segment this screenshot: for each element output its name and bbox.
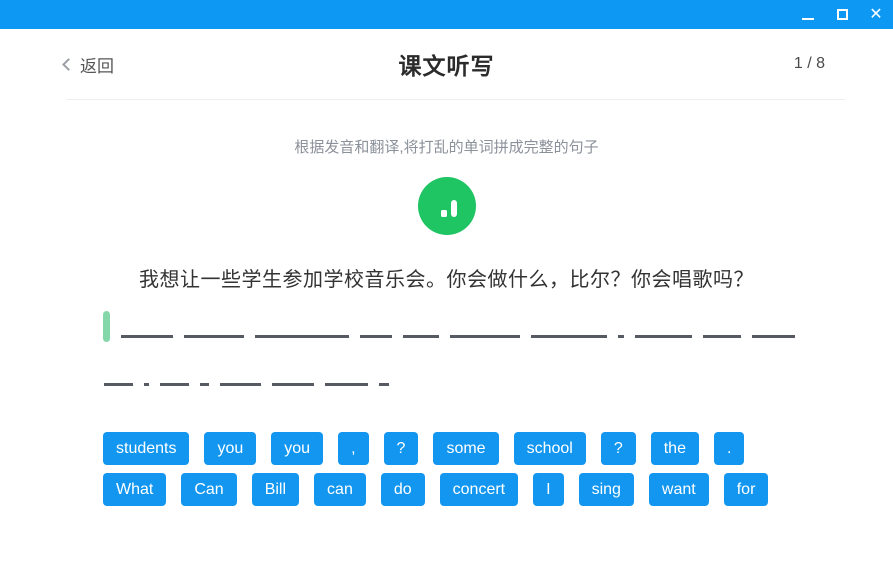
word-bank-row: What Can Billcando concert Ising wantfor	[103, 473, 813, 506]
word-button[interactable]: some	[433, 432, 498, 465]
answer-blank	[272, 359, 314, 386]
maximize-icon	[837, 9, 848, 20]
window-titlebar: ✕	[0, 0, 893, 29]
word-button[interactable]: you	[204, 432, 256, 465]
close-button[interactable]: ✕	[859, 0, 893, 29]
answer-blank	[403, 311, 439, 338]
answer-blank	[200, 359, 209, 386]
word-button[interactable]: I	[533, 473, 563, 506]
answer-blank	[325, 359, 368, 386]
answer-blanks-area	[104, 311, 803, 386]
word-button[interactable]: sing	[579, 473, 634, 506]
header: 返回 课文听写 1 / 8	[0, 29, 893, 99]
close-icon: ✕	[869, 7, 882, 23]
answer-blank	[121, 311, 173, 338]
answer-blank	[255, 311, 349, 338]
word-button[interactable]: .	[714, 432, 744, 465]
minimize-icon	[802, 18, 814, 20]
answer-blank-with-cursor	[104, 311, 110, 338]
word-button[interactable]: What	[103, 473, 166, 506]
answer-blank	[104, 359, 133, 386]
page-indicator: 1 / 8	[794, 55, 825, 73]
header-divider	[66, 99, 845, 100]
audio-button-wrap	[0, 177, 893, 235]
play-audio-button[interactable]	[418, 177, 476, 235]
answer-blank	[450, 311, 520, 338]
sound-wave-bars-icon	[418, 177, 476, 235]
answer-blank	[635, 311, 692, 338]
answer-blank	[360, 311, 392, 338]
answer-blank	[618, 311, 624, 338]
word-button[interactable]: can	[314, 473, 366, 506]
word-button[interactable]: you	[271, 432, 323, 465]
answer-blank	[752, 311, 795, 338]
answer-row	[104, 311, 803, 338]
answer-blank	[144, 359, 149, 386]
word-button[interactable]: ?	[601, 432, 636, 465]
word-button[interactable]: school	[514, 432, 586, 465]
word-button[interactable]: Bill	[252, 473, 299, 506]
word-button[interactable]: ,	[338, 432, 368, 465]
word-button[interactable]: ?	[384, 432, 419, 465]
translation-sentence: 我想让一些学生参加学校音乐会。你会做什么，比尔？你会唱歌吗？	[0, 263, 893, 292]
word-button[interactable]: do	[381, 473, 425, 506]
word-button[interactable]: Can	[181, 473, 236, 506]
answer-blank	[703, 311, 741, 338]
answer-blank	[184, 311, 244, 338]
answer-row	[104, 359, 803, 386]
word-button[interactable]: the	[651, 432, 699, 465]
answer-blank	[531, 311, 607, 338]
maximize-button[interactable]	[825, 0, 859, 29]
word-button[interactable]: want	[649, 473, 709, 506]
word-button[interactable]: students	[103, 432, 189, 465]
word-bank: students youyou,? some school? the. What Can Bi…	[103, 432, 813, 506]
word-button[interactable]: concert	[440, 473, 518, 506]
minimize-button[interactable]	[791, 0, 825, 29]
answer-blank	[220, 359, 261, 386]
word-bank-row: students youyou,? some school? the.	[103, 432, 813, 465]
answer-blank	[379, 359, 389, 386]
instruction-text: 根据发音和翻译,将打乱的单词拼成完整的句子	[0, 136, 893, 157]
answer-blank	[160, 359, 189, 386]
word-button[interactable]: for	[724, 473, 769, 506]
page-title: 课文听写	[0, 47, 893, 81]
